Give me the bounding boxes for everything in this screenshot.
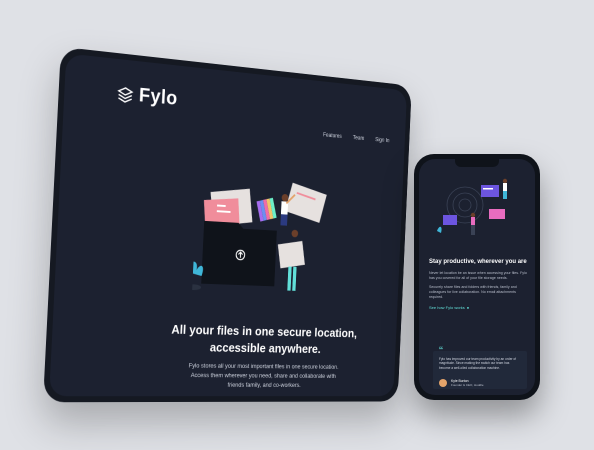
phone-screen: Stay productive, wherever you are Never … (419, 159, 535, 395)
hero-subtext: Fylo stores all your most important file… (161, 361, 363, 390)
tablet-device: Fylo Features Team Sign In All your file… (43, 46, 412, 403)
phone-illustration (437, 178, 508, 235)
main-nav: Features Team Sign In (323, 133, 390, 144)
nav-features[interactable]: Features (323, 133, 342, 140)
phone-device: Stay productive, wherever you are Never … (414, 154, 540, 400)
arrow-circle-icon: ● (466, 305, 470, 310)
testimonial-text: Fylo has improved our team productivity … (439, 357, 517, 370)
avatar (439, 379, 447, 387)
testimonial-author: Kyle Burton Founder & CEO, Huddle (451, 379, 484, 388)
tablet-screen: Fylo Features Team Sign In All your file… (49, 53, 408, 397)
hero-headline: All your files in one secure location, a… (162, 321, 364, 358)
hero-headline-line1: All your files in one secure location, (171, 322, 358, 341)
testimonial-card: Fylo has improved our team productivity … (433, 351, 527, 389)
phone-paragraph-2: Securely share files and folders with fr… (429, 285, 517, 299)
hero-subtext-line2: Access them wherever you need, share and… (190, 372, 336, 380)
hero-subtext-line3: friends family, and co-workers. (227, 381, 301, 389)
phone-paragraph-1: Never let location be an issue when acce… (429, 271, 527, 280)
see-how-link[interactable]: See how Fylo works ● (429, 305, 469, 310)
phone-notch (455, 159, 499, 167)
author-role: Founder & CEO, Huddle (451, 383, 484, 388)
logo-icon (117, 85, 134, 104)
see-how-link-label: See how Fylo works (429, 305, 465, 310)
nav-sign-in[interactable]: Sign In (375, 137, 390, 144)
logo[interactable]: Fylo (116, 82, 178, 110)
hero-illustration (191, 182, 327, 291)
nav-team[interactable]: Team (353, 135, 365, 141)
mockup-scene: Fylo Features Team Sign In All your file… (0, 0, 594, 450)
logo-text: Fylo (138, 84, 179, 110)
phone-section-title: Stay productive, wherever you are (429, 259, 527, 265)
